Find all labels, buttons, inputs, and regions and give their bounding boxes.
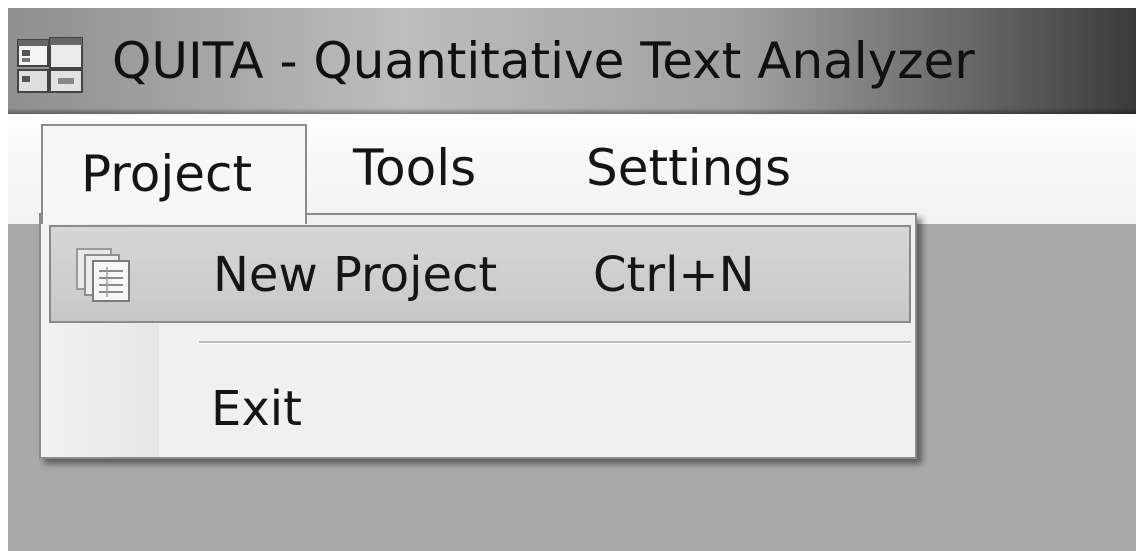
- app-window: QUITA - Quantitative Text Analyzer Proje…: [8, 8, 1136, 551]
- project-dropdown-menu: New Project Ctrl+N Exit: [39, 213, 917, 459]
- menu-item-new-project-label: New Project: [213, 247, 498, 303]
- title-bar[interactable]: QUITA - Quantitative Text Analyzer: [8, 8, 1136, 114]
- menu-project[interactable]: Project: [41, 124, 307, 224]
- menu-bar: Project Tools Settings: [8, 114, 1136, 224]
- menu-item-new-project[interactable]: New Project Ctrl+N: [49, 225, 911, 323]
- window-title: QUITA - Quantitative Text Analyzer: [112, 32, 975, 90]
- menu-item-new-project-shortcut: Ctrl+N: [593, 247, 755, 303]
- menu-item-exit[interactable]: Exit: [211, 379, 302, 439]
- app-window-icon[interactable]: [16, 36, 84, 94]
- menu-tools[interactable]: Tools: [353, 120, 476, 216]
- menu-separator: [199, 341, 911, 344]
- new-document-stack-icon: [73, 247, 137, 305]
- menu-settings[interactable]: Settings: [586, 120, 791, 216]
